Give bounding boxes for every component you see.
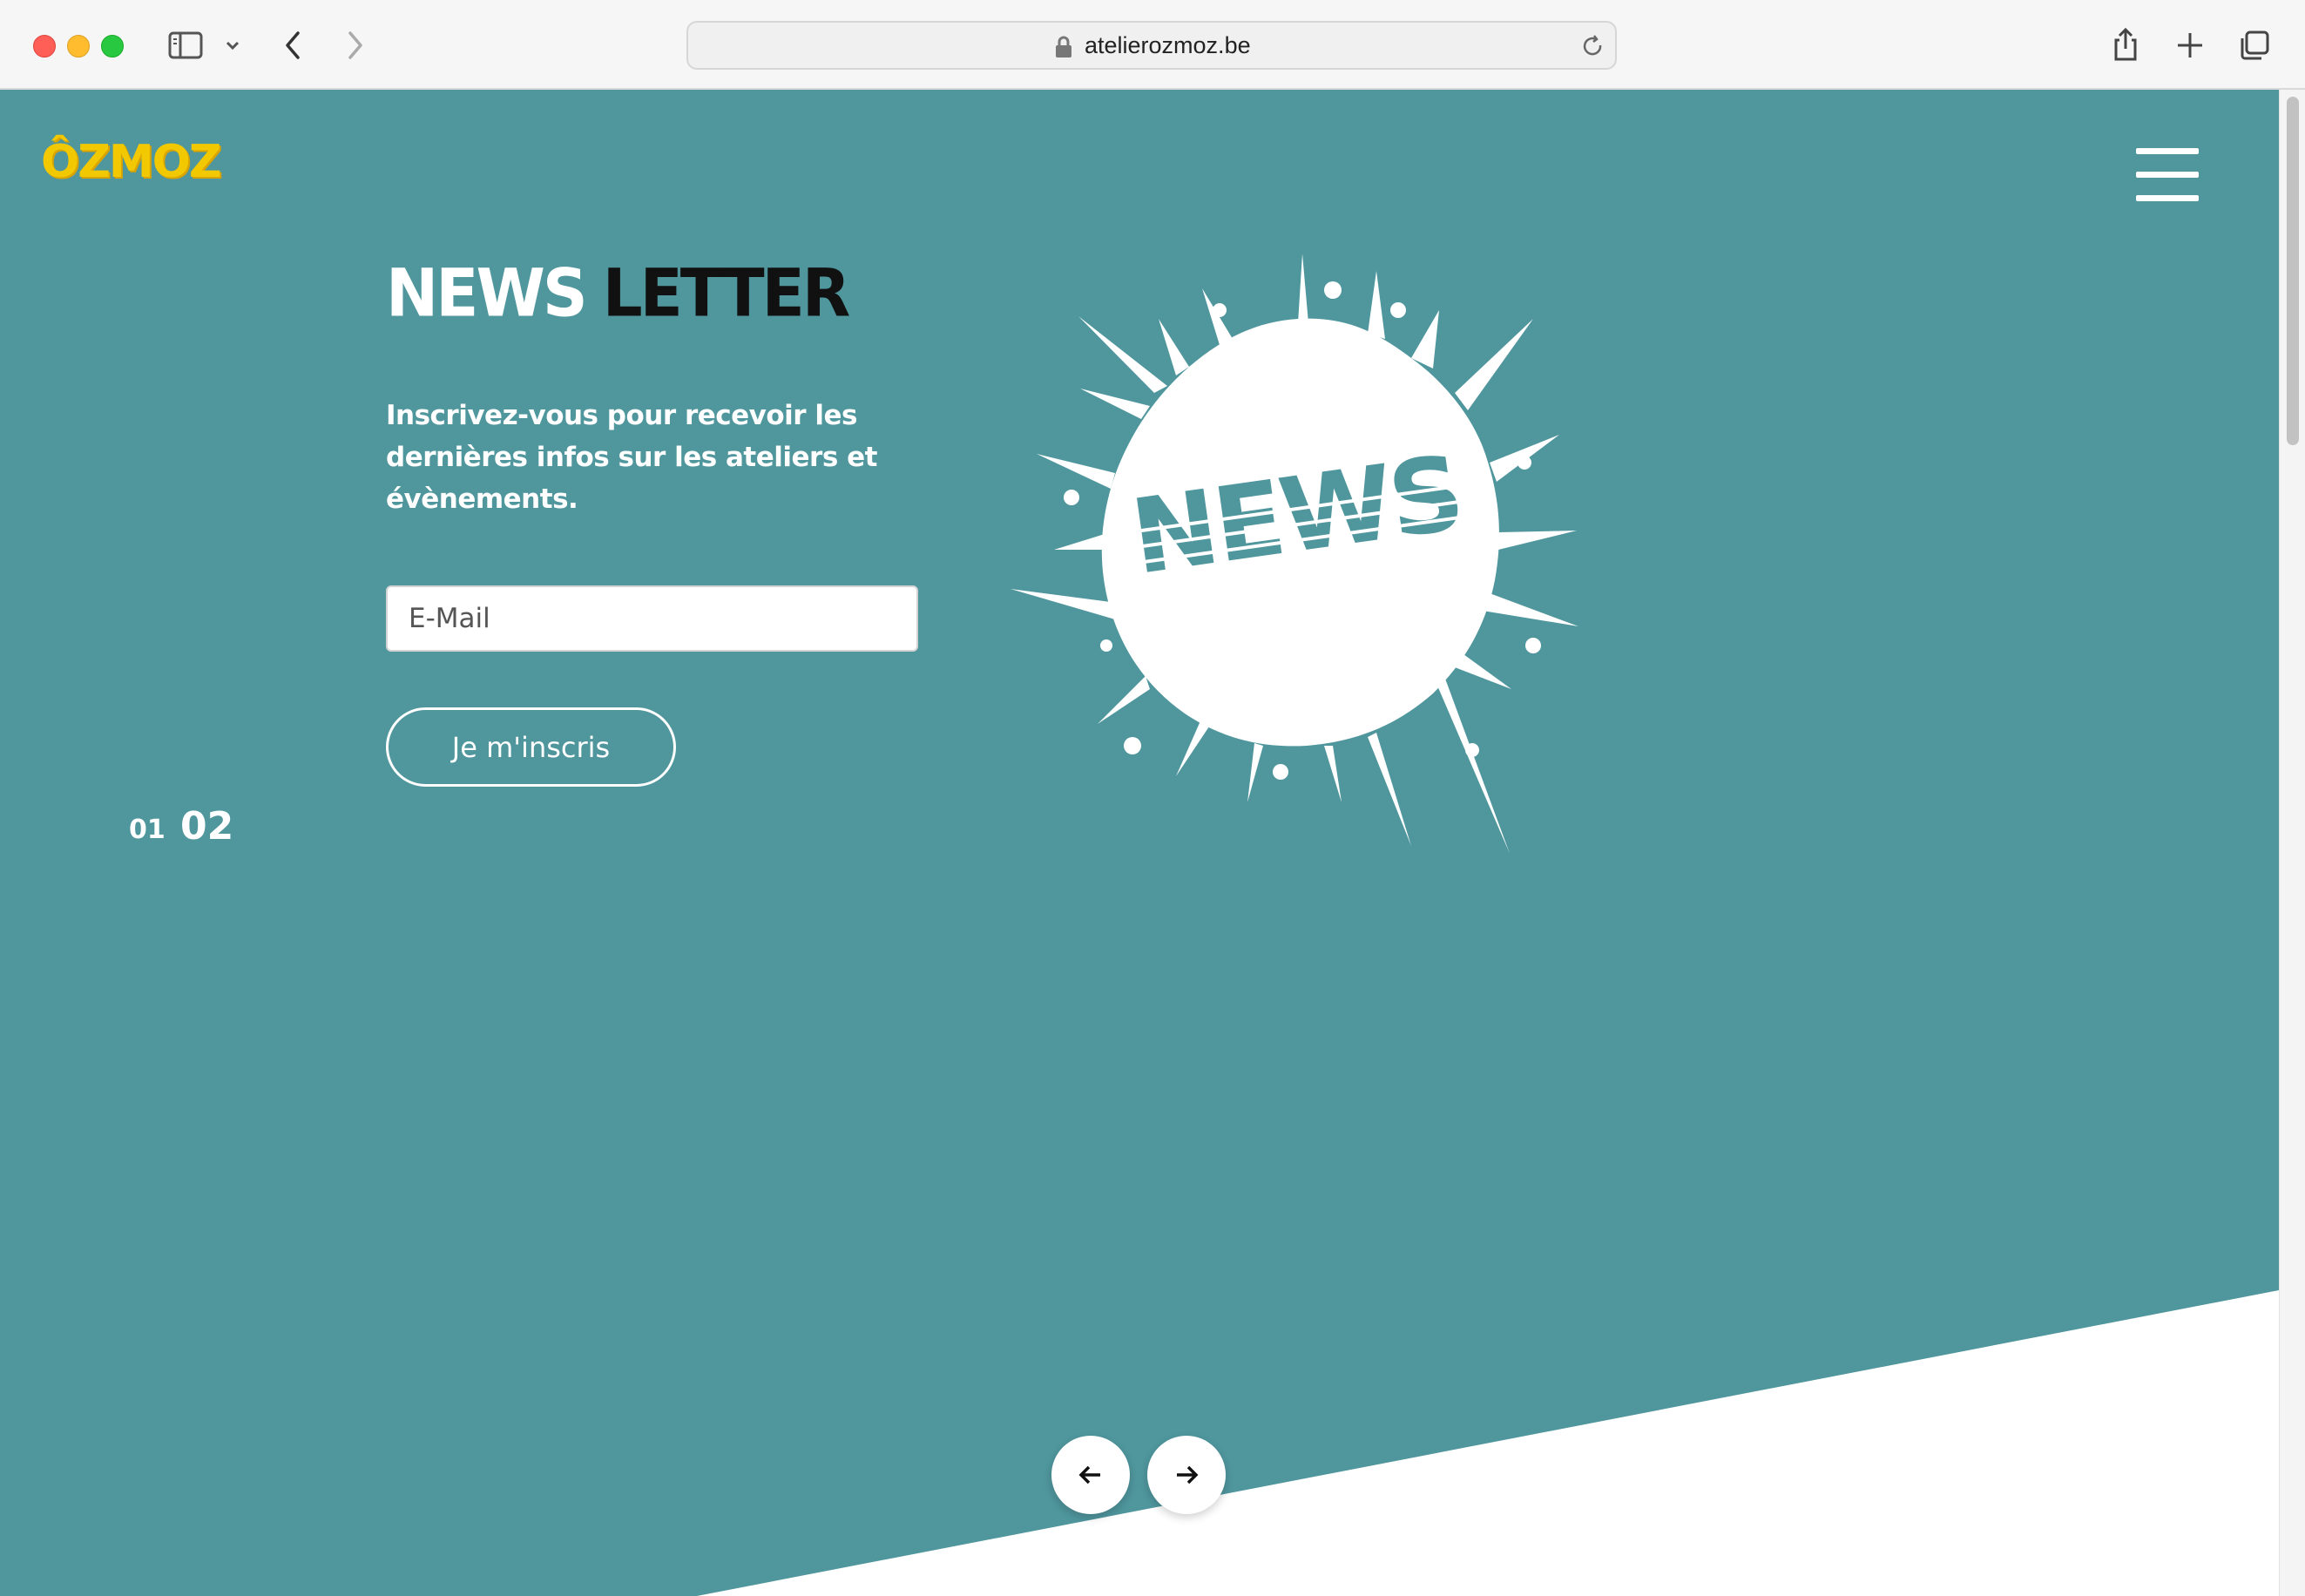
- reload-icon[interactable]: [1580, 33, 1606, 59]
- chevron-down-icon[interactable]: [218, 24, 260, 66]
- slide-pager-01[interactable]: 01: [129, 815, 166, 845]
- page-scrollbar[interactable]: [2279, 90, 2305, 1596]
- share-icon[interactable]: [2105, 24, 2146, 66]
- close-window-button[interactable]: [33, 35, 56, 57]
- address-bar[interactable]: atelierozmoz.be: [686, 21, 1617, 70]
- news-splash-illustration: NEWS: [1011, 254, 1578, 854]
- email-input[interactable]: [386, 585, 918, 652]
- browser-toolbar: atelierozmoz.be: [0, 0, 2305, 90]
- title-word-letter: LETTER: [602, 254, 851, 332]
- site-logo[interactable]: ÔZMOZ: [41, 136, 222, 188]
- newsletter-section: ÔZMOZ NEWS LETTER Inscrivez-vous pour rec…: [0, 90, 2305, 1596]
- next-slide-button[interactable]: [1147, 1436, 1226, 1514]
- arrow-left-icon: [1078, 1465, 1100, 1484]
- newsletter-description: Inscrivez-vous pour recevoir les dernièr…: [386, 400, 877, 515]
- subscribe-button[interactable]: Je m'inscris: [386, 707, 676, 787]
- lock-icon: [1056, 36, 1071, 57]
- address-url: atelierozmoz.be: [1085, 32, 1251, 58]
- menu-hamburger-icon[interactable]: [2136, 148, 2199, 202]
- sidebar-toggle-icon[interactable]: [166, 24, 207, 66]
- new-tab-icon[interactable]: [2169, 24, 2211, 66]
- previous-slide-button[interactable]: [1051, 1436, 1130, 1514]
- back-arrow-icon[interactable]: [274, 24, 315, 66]
- scrollbar-thumb[interactable]: [2287, 97, 2299, 445]
- minimize-window-button[interactable]: [67, 35, 90, 57]
- page-title: NEWS LETTER: [386, 260, 850, 326]
- title-word-news: NEWS: [386, 254, 588, 332]
- zoom-window-button[interactable]: [101, 35, 124, 57]
- arrow-right-icon: [1177, 1465, 1199, 1484]
- slide-pager-02[interactable]: 02: [180, 804, 233, 849]
- forward-arrow-icon[interactable]: [335, 24, 376, 66]
- tab-overview-icon[interactable]: [2234, 24, 2275, 66]
